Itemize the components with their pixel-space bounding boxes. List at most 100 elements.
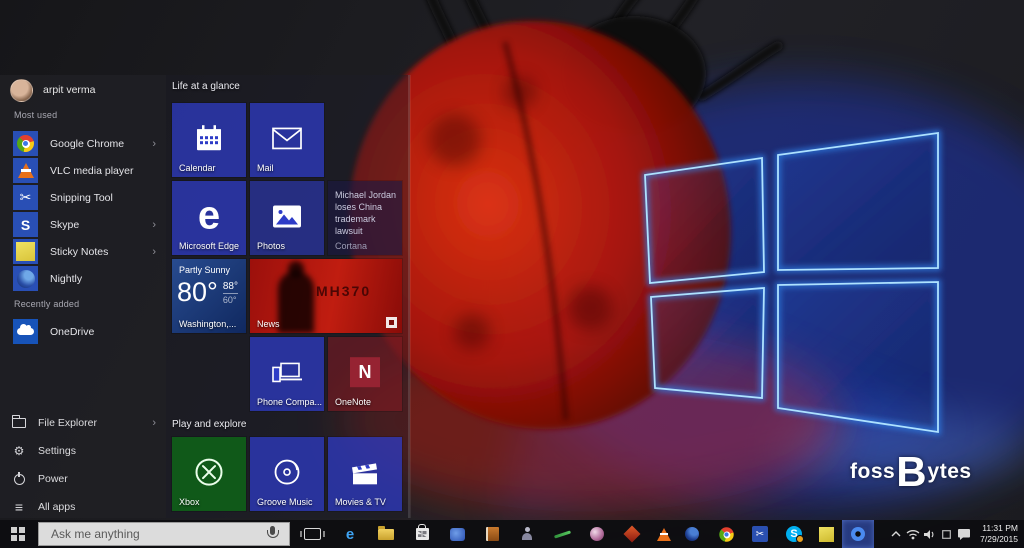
windows-logo-icon xyxy=(10,526,26,542)
taskbar-app-store[interactable] xyxy=(406,520,438,548)
taskbar-app-red[interactable] xyxy=(616,520,648,548)
store-bag-icon xyxy=(415,524,429,540)
search-input[interactable] xyxy=(39,523,263,545)
app-item-nightly[interactable]: Nightly xyxy=(8,265,160,292)
active-app-icon xyxy=(851,527,865,541)
app-item-vlc[interactable]: VLC media player xyxy=(8,157,160,184)
book-icon xyxy=(485,527,499,541)
groove-music-icon xyxy=(274,459,300,485)
taskbar-app-sticky-notes[interactable] xyxy=(810,520,842,548)
wifi-icon xyxy=(906,529,919,539)
chevron-up-icon xyxy=(891,531,900,537)
news-photo-silhouette xyxy=(278,261,314,333)
action-center-button[interactable] xyxy=(955,520,972,548)
tray-network-button[interactable] xyxy=(904,520,921,548)
tile-mail[interactable]: Mail xyxy=(250,103,324,177)
taskbar-app-globe[interactable] xyxy=(581,520,613,548)
news-source-badge-icon xyxy=(386,317,397,328)
microphone-icon[interactable] xyxy=(263,525,281,543)
nightly-icon xyxy=(685,527,699,541)
tray-language-button[interactable] xyxy=(938,520,955,548)
speaker-icon xyxy=(924,529,934,539)
taskbar-app-blue[interactable] xyxy=(441,520,473,548)
tile-weather[interactable]: Partly Sunny 80° 88° 60° Washington,... xyxy=(172,259,246,333)
tile-movies-tv[interactable]: Movies & TV xyxy=(328,437,402,511)
skype-icon: S xyxy=(786,526,804,543)
watermark-text: ytes xyxy=(927,460,972,483)
calendar-icon xyxy=(197,125,221,151)
start-menu-scrollbar[interactable] xyxy=(408,75,410,518)
sticky-notes-icon xyxy=(818,526,834,542)
user-avatar xyxy=(10,78,33,102)
taskbar-app-skype[interactable]: S xyxy=(778,520,810,548)
taskbar-app-snipping-tool[interactable]: ✂ xyxy=(744,520,776,548)
file-explorer-icon xyxy=(8,415,30,428)
tile-microsoft-edge[interactable]: e Microsoft Edge xyxy=(172,181,246,255)
nightly-icon xyxy=(13,266,38,291)
taskbar-app-edge[interactable]: e xyxy=(334,520,366,548)
taskbar-app-contact[interactable] xyxy=(511,520,543,548)
tile-news[interactable]: MH370 News xyxy=(250,259,402,333)
user-account-button[interactable]: arpit verma xyxy=(10,77,160,103)
watermark-big-b: B xyxy=(896,448,927,495)
power-button[interactable]: Power xyxy=(8,467,160,491)
desktop: foss Bytes arpit verma Most used Google C… xyxy=(0,0,1024,548)
xbox-icon xyxy=(195,458,223,486)
tray-volume-button[interactable] xyxy=(921,520,938,548)
group-header-play-and-explore: Play and explore xyxy=(172,419,247,430)
blue-app-icon xyxy=(449,527,465,541)
cortana-search-box[interactable] xyxy=(38,522,290,546)
watermark-text: foss xyxy=(850,460,896,483)
chrome-icon xyxy=(718,526,734,542)
settings-button[interactable]: ⚙ Settings xyxy=(8,439,160,463)
tile-phone-companion[interactable]: Phone Compa... xyxy=(250,337,324,411)
weather-temperature: 80° xyxy=(177,277,218,307)
app-item-sticky-notes[interactable]: Sticky Notes › xyxy=(8,238,160,265)
chevron-right-icon[interactable]: › xyxy=(152,219,156,231)
chevron-right-icon[interactable]: › xyxy=(152,246,156,258)
movies-tv-icon xyxy=(352,463,377,485)
clock-button[interactable]: 11:31 PM 7/29/2015 xyxy=(972,523,1024,545)
app-item-snipping-tool[interactable]: ✂ Snipping Tool xyxy=(8,184,160,211)
all-apps-button[interactable]: ≡ All apps xyxy=(8,495,160,519)
chrome-icon xyxy=(13,131,38,156)
group-header-life-at-a-glance: Life at a glance xyxy=(172,81,240,92)
tile-cortana[interactable]: Michael Jordan loses China trademark law… xyxy=(328,181,402,255)
start-button[interactable] xyxy=(2,520,34,548)
app-item-skype[interactable]: S Skype › xyxy=(8,211,160,238)
person-icon xyxy=(520,527,534,541)
phone-companion-icon xyxy=(272,362,302,383)
tray-expand-button[interactable] xyxy=(887,520,904,548)
power-icon xyxy=(8,470,30,485)
taskbar-app-chrome[interactable] xyxy=(710,520,742,548)
tile-photos[interactable]: Photos xyxy=(250,181,324,255)
skype-icon: S xyxy=(13,212,38,237)
chevron-right-icon[interactable]: › xyxy=(152,138,156,150)
taskbar-app-file-explorer[interactable] xyxy=(370,520,402,548)
taskbar-app-reader[interactable] xyxy=(476,520,508,548)
file-explorer-button[interactable]: File Explorer › xyxy=(8,411,160,435)
start-menu: arpit verma Most used Google Chrome › VL… xyxy=(0,75,410,518)
taskbar-app-active[interactable] xyxy=(842,520,874,548)
app-item-google-chrome[interactable]: Google Chrome › xyxy=(8,130,160,157)
tile-xbox[interactable]: Xbox xyxy=(172,437,246,511)
weather-high-low: 88° 60° xyxy=(222,281,238,305)
taskbar-app-nightly[interactable] xyxy=(676,520,708,548)
chevron-right-icon[interactable]: › xyxy=(152,417,156,429)
vlc-icon xyxy=(13,158,38,183)
task-view-button[interactable] xyxy=(296,520,328,548)
gear-icon: ⚙ xyxy=(13,444,25,458)
clock-date: 7/29/2015 xyxy=(980,534,1018,544)
app-item-onedrive[interactable]: OneDrive xyxy=(8,318,160,345)
tile-groove-music[interactable]: Groove Music xyxy=(250,437,324,511)
tile-calendar[interactable]: Calendar xyxy=(172,103,246,177)
news-photo-text: MH370 xyxy=(316,283,372,299)
tile-onenote[interactable]: N OneNote xyxy=(328,337,402,411)
file-explorer-icon xyxy=(378,525,394,540)
red-app-icon xyxy=(623,525,641,543)
onenote-icon: N xyxy=(350,357,380,388)
taskbar-app-pen[interactable] xyxy=(546,520,578,548)
task-view-icon xyxy=(299,528,325,540)
snipping-tool-icon: ✂ xyxy=(752,526,768,542)
edge-icon: e xyxy=(345,525,355,543)
